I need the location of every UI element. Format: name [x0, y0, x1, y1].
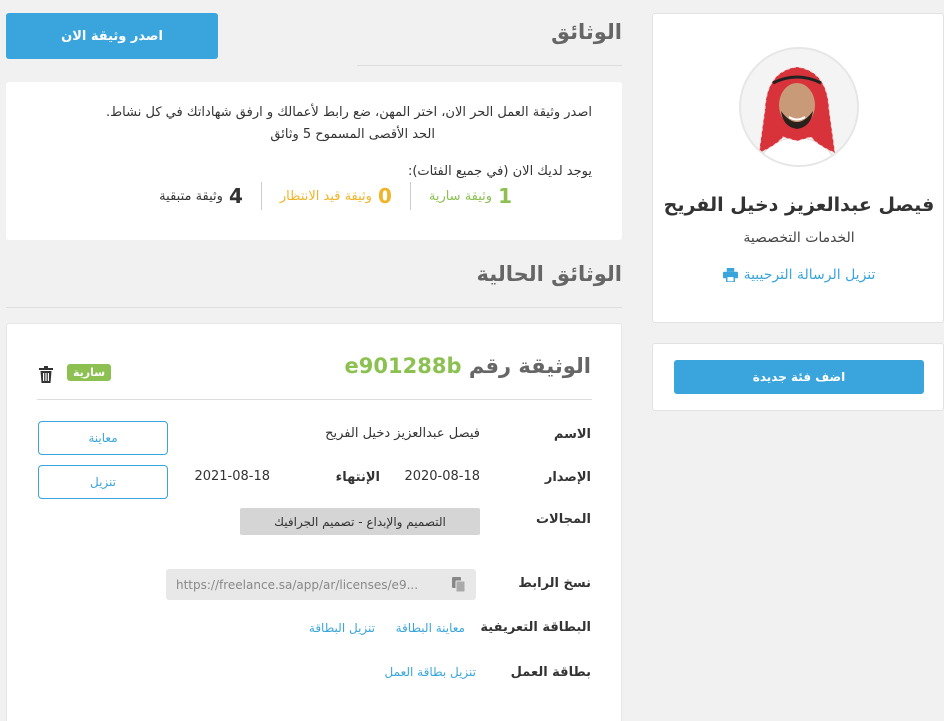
info-text-line-2: الحد الأقصى المسموح 5 وثائق	[270, 127, 435, 142]
stat-active-count: 1	[498, 184, 512, 208]
expiry-value: 2021-08-18	[194, 469, 270, 484]
stat-remaining-count: 4	[228, 184, 243, 208]
info-card: اصدر وثيقة العمل الحر الان، اختر المهن، …	[6, 82, 622, 240]
profile-card: فيصل عبدالعزيز دخيل الفريح الخدمات التخص…	[652, 13, 944, 323]
stat-pending-count: 0	[377, 184, 392, 208]
document-card: الوثيقة رقم e901288b سارية الاسم فيصل عب…	[6, 323, 622, 721]
link-field[interactable]: https://freelance.sa/app/ar/licenses/e9.…	[166, 569, 476, 600]
work-card-label: بطاقة العمل	[510, 665, 591, 680]
stat-pending: 0 وثيقة قيد الانتظار	[262, 182, 410, 210]
stat-active: 1 وثيقة سارية	[411, 182, 512, 210]
link-value: https://freelance.sa/app/ar/licenses/e9.…	[176, 577, 419, 592]
fields-label: المجالات	[535, 512, 591, 527]
name-value: فيصل عبدالعزيز دخيل الفريح	[325, 426, 480, 441]
download-button[interactable]: تنزيل	[38, 465, 168, 499]
stats-row: 1 وثيقة سارية 0 وثيقة قيد الانتظار 4 وثي…	[141, 182, 512, 210]
welcome-letter-link[interactable]: تنزيل الرسالة الترحيبية	[653, 267, 944, 283]
issue-label: الإصدار	[544, 470, 591, 485]
profile-role: الخدمات التخصصية	[743, 230, 855, 246]
id-card-download-link[interactable]: تنزيل البطاقة	[309, 621, 375, 635]
print-icon	[722, 268, 738, 282]
expiry-label: الإنتهاء	[335, 470, 380, 485]
field-tag: التصميم والإبداع - تصميم الجرافيك	[240, 508, 480, 535]
document-title: الوثيقة رقم e901288b	[345, 354, 591, 378]
trash-icon[interactable]	[39, 366, 53, 383]
stat-remaining-label: وثيقة متبقية	[159, 188, 223, 204]
welcome-letter-label: تنزيل الرسالة الترحيبية	[743, 267, 876, 283]
issue-document-button[interactable]: اصدر وثيقة الان	[6, 13, 218, 59]
category-card: اضف فئة جديدة	[652, 343, 944, 411]
stat-separator	[260, 182, 262, 210]
copy-icon[interactable]	[452, 577, 466, 592]
current-documents-title: الوثائق الحالية	[476, 262, 622, 286]
current-documents-divider	[6, 307, 622, 308]
status-badge: سارية	[67, 364, 112, 381]
avatar	[739, 47, 859, 167]
issue-value: 2020-08-18	[404, 469, 480, 484]
info-text-line-1: اصدر وثيقة العمل الحر الان، اختر المهن، …	[106, 105, 592, 120]
stat-remaining: 4 وثيقة متبقية	[141, 182, 261, 210]
stat-pending-label: وثيقة قيد الانتظار	[279, 188, 372, 204]
preview-button[interactable]: معاينة	[38, 421, 168, 455]
add-category-button[interactable]: اضف فئة جديدة	[674, 360, 924, 394]
work-card-download-link[interactable]: تنزيل بطاقة العمل	[385, 665, 476, 679]
id-card-label: البطاقة التعريفية	[480, 620, 591, 635]
id-card-preview-link[interactable]: معاينة البطاقة	[396, 621, 465, 635]
status-heading: يوجد لديك الان (في جميع الفئات):	[407, 164, 592, 179]
stat-active-label: وثيقة سارية	[428, 188, 493, 204]
copy-link-label: نسخ الرابط	[518, 576, 591, 591]
documents-title: الوثائق	[551, 20, 622, 44]
profile-name: فيصل عبدالعزيز دخيل الفريح	[663, 194, 935, 216]
name-label: الاسم	[553, 427, 591, 442]
document-id: e901288b	[344, 354, 462, 378]
documents-divider	[357, 65, 622, 66]
document-title-prefix: الوثيقة رقم	[468, 354, 591, 378]
stat-separator	[409, 182, 411, 210]
document-divider	[37, 399, 592, 400]
